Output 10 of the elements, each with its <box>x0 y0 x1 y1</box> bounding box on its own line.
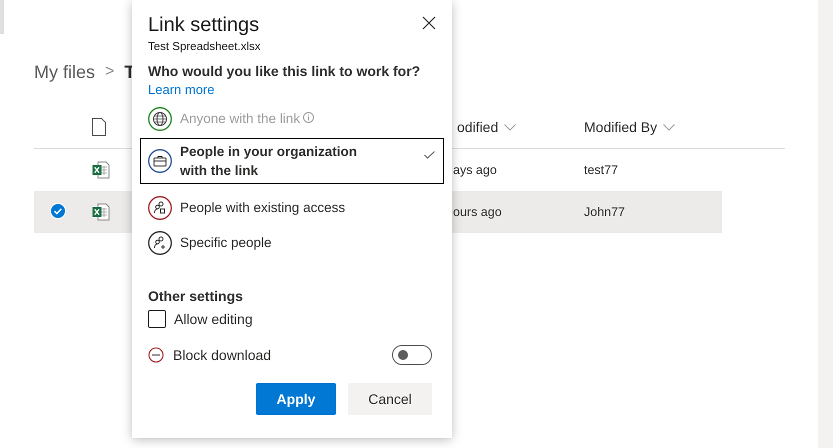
table-cell-text: ours ago <box>453 205 503 219</box>
section-heading: Other settings <box>148 288 244 304</box>
table-cell-text: ays ago <box>453 163 498 177</box>
breadcrumb-separator: > <box>105 63 114 81</box>
toggle-label: Block download <box>173 347 272 363</box>
question-text: Who would you like this link to work for? <box>148 63 422 79</box>
table-cell-text: John77 <box>584 205 626 219</box>
table-cell-text: test77 <box>584 163 620 177</box>
file-name: Test Spreadsheet.xlsx <box>148 41 262 53</box>
dialog-title: Link settings <box>148 14 260 37</box>
